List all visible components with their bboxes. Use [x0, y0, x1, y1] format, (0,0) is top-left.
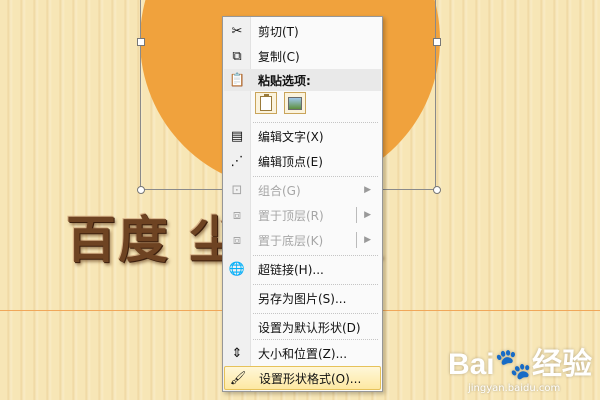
menu-item-format-shape[interactable]: 🖌 设置形状格式(O)...: [224, 366, 381, 390]
menu-item-label: 编辑文字(X): [258, 129, 324, 144]
edit-points-icon: ⋰: [230, 153, 244, 169]
split-divider: [356, 232, 357, 248]
menu-item-label: 设置形状格式(O)...: [259, 371, 362, 386]
paste-icon: 📋: [229, 72, 246, 88]
menu-item-label: 设置为默认形状(D): [258, 320, 361, 335]
baidu-jingyan-watermark: Bai🐾经验 jingyan.baidu.com: [448, 339, 592, 394]
submenu-arrow-icon: ▶: [364, 235, 371, 245]
menu-item-label: 置于顶层(R): [258, 208, 324, 223]
menu-separator: [253, 122, 378, 123]
context-menu: ✂ 剪切(T) ⧉ 复制(C) 📋 粘贴选项: ▤ 编辑文字(X) ⋰ 编辑顶点…: [222, 16, 383, 392]
split-divider: [356, 207, 357, 223]
menu-item-label: 组合(G): [258, 183, 301, 198]
hyperlink-icon: 🌐: [228, 261, 246, 277]
menu-item-edit-text[interactable]: ▤ 编辑文字(X): [224, 124, 381, 148]
submenu-arrow-icon: ▶: [364, 210, 371, 220]
submenu-arrow-icon: ▶: [364, 185, 371, 195]
menu-item-label: 剪切(T): [258, 24, 299, 39]
picture-icon: [288, 96, 302, 110]
copy-icon: ⧉: [232, 48, 242, 64]
edit-text-icon: ▤: [230, 128, 244, 144]
group-icon: ⊡: [231, 182, 243, 198]
scissors-icon: ✂: [231, 23, 243, 39]
menu-item-label: 复制(C): [258, 49, 300, 64]
menu-item-edit-points[interactable]: ⋰ 编辑顶点(E): [224, 149, 381, 173]
send-to-back-icon: ⧈: [232, 232, 242, 248]
paste-keep-formatting-button[interactable]: [255, 92, 277, 114]
resize-handle[interactable]: [433, 38, 441, 46]
bring-to-front-icon: ⧈: [232, 207, 242, 223]
menu-item-label: 粘贴选项:: [258, 73, 311, 88]
menu-separator: [253, 339, 378, 340]
paste-as-picture-button[interactable]: [284, 92, 306, 114]
format-shape-icon: 🖌: [229, 370, 247, 386]
clipboard-icon: [260, 93, 272, 111]
size-position-icon: ⇕: [231, 345, 243, 361]
menu-item-group[interactable]: ⊡ 组合(G) ▶: [224, 178, 381, 202]
menu-item-send-to-back[interactable]: ⧈ 置于底层(K) ▶: [224, 228, 381, 252]
menu-separator: [253, 176, 378, 177]
menu-item-label: 置于底层(K): [258, 233, 324, 248]
menu-item-hyperlink[interactable]: 🌐 超链接(H)...: [224, 257, 381, 281]
paste-options-header: 📋 粘贴选项:: [224, 69, 381, 91]
resize-handle[interactable]: [137, 38, 145, 46]
menu-item-label: 另存为图片(S)...: [258, 291, 347, 306]
menu-separator: [253, 284, 378, 285]
menu-separator: [253, 313, 378, 314]
menu-item-size-position[interactable]: ⇕ 大小和位置(Z)...: [224, 341, 381, 365]
menu-item-copy[interactable]: ⧉ 复制(C): [224, 44, 381, 68]
watermark-logo: Bai🐾经验: [447, 348, 592, 381]
menu-item-bring-to-front[interactable]: ⧈ 置于顶层(R) ▶: [224, 203, 381, 227]
watermark-url: jingyan.baidu.com: [467, 383, 561, 394]
menu-item-label: 大小和位置(Z)...: [258, 346, 348, 361]
menu-item-cut[interactable]: ✂ 剪切(T): [224, 19, 381, 43]
menu-item-label: 超链接(H)...: [258, 262, 324, 277]
menu-item-set-default-shape[interactable]: 设置为默认形状(D): [224, 315, 381, 339]
resize-handle[interactable]: [433, 186, 441, 194]
menu-item-save-as-picture[interactable]: 另存为图片(S)...: [224, 286, 381, 310]
resize-handle[interactable]: [137, 186, 145, 194]
menu-item-label: 编辑顶点(E): [258, 154, 323, 169]
menu-separator: [253, 255, 378, 256]
